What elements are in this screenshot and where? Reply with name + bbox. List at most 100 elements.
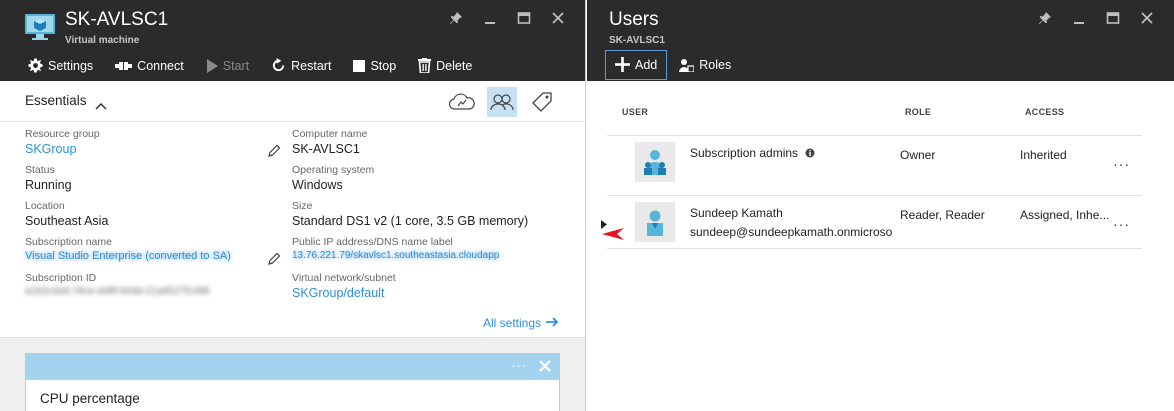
stop-button[interactable]: Stop (353, 53, 396, 79)
prop-label: Subscription ID (25, 272, 97, 284)
delete-label: Delete (436, 58, 473, 73)
virtual-machine-icon (24, 11, 56, 43)
prop-label: Operating system (292, 164, 375, 176)
pin-icon[interactable] (439, 9, 473, 27)
user-access: Assigned, Inhe... (1020, 208, 1110, 222)
column-header-user[interactable]: USER (622, 107, 648, 117)
size-prop: Size Standard DS1 v2 (1 core, 3.5 GB mem… (292, 200, 572, 232)
close-icon[interactable] (1130, 9, 1164, 27)
subscription-name-link[interactable]: Visual Studio Enterprise (converted to S… (25, 250, 285, 268)
location-value: Southeast Asia (25, 214, 109, 228)
users-title: Users (609, 9, 659, 30)
row-more-button[interactable]: ··· (1113, 216, 1130, 232)
user-name: Sundeep Kamath (690, 206, 783, 220)
all-settings-label: All settings (482, 316, 541, 330)
tile-more-button[interactable]: ··· (511, 358, 527, 373)
status-value: Running (25, 178, 72, 192)
user-name-text: Subscription admins (690, 146, 799, 160)
user-avatar-icon (635, 202, 675, 242)
stop-icon (353, 59, 366, 72)
operating-system-prop: Operating system Windows (292, 164, 552, 196)
essentials-toggle[interactable]: Essentials (25, 93, 87, 108)
tag-icon[interactable] (527, 87, 557, 117)
essentials-bar: Essentials (0, 81, 585, 122)
maximize-icon[interactable] (1096, 9, 1130, 27)
subscription-id-prop: Subscription ID a1b2c3d4-78ce-4d9f-b0dd-… (25, 272, 285, 304)
cpu-percentage-tile[interactable]: ··· CPU percentage (25, 353, 560, 411)
arrow-right-icon (546, 316, 559, 330)
users-blade: Users SK-AVLSC1 Add Roles USER ROLE ACCE… (587, 0, 1174, 411)
minimize-icon[interactable] (473, 9, 507, 27)
virtual-network-prop: Virtual network/subnet SKGroup/default (292, 272, 552, 304)
public-ip-prop: Public IP address/DNS name label 13.76.2… (292, 236, 572, 268)
prop-label: Subscription name (25, 236, 112, 248)
red-pointer-arrow-icon (602, 227, 624, 245)
vm-window-controls (439, 9, 575, 27)
vm-title: SK-AVLSC1 (65, 9, 169, 30)
vm-blade-header: SK-AVLSC1 Virtual machine Settings Conne… (0, 0, 585, 81)
user-email: sundeep@sundeepkamath.onmicrosoft.com (690, 225, 892, 239)
delete-button[interactable]: Delete (418, 53, 472, 79)
prop-label: Location (25, 200, 65, 212)
play-icon (206, 58, 218, 73)
trash-icon (418, 58, 432, 73)
essentials-tools (447, 87, 557, 117)
virtual-network-link[interactable]: SKGroup/default (292, 286, 552, 304)
public-ip-link[interactable]: 13.76.221.79/skavlsc1.southeastasia.clou… (292, 250, 572, 268)
add-button[interactable]: Add (605, 49, 668, 80)
stop-label: Stop (370, 58, 397, 73)
maximize-icon[interactable] (507, 9, 541, 27)
column-header-role[interactable]: ROLE (905, 107, 931, 117)
start-label: Start (222, 58, 250, 73)
user-role: Owner (900, 148, 936, 162)
users-icon[interactable] (487, 87, 517, 117)
info-icon[interactable] (805, 147, 815, 161)
users-blade-header: Users SK-AVLSC1 Add Roles (587, 0, 1174, 81)
settings-label: Settings (48, 58, 94, 73)
users-command-bar: Add Roles (587, 49, 1174, 80)
close-icon[interactable] (541, 9, 575, 27)
location-prop: Location Southeast Asia (25, 200, 285, 232)
cloud-icon[interactable] (447, 87, 477, 117)
group-avatar-icon (635, 142, 675, 182)
settings-button[interactable]: Settings (28, 53, 93, 79)
table-row[interactable]: Sundeep Kamath sundeep@sundeepkamath.onm… (601, 195, 1142, 249)
prop-label: Resource group (25, 128, 100, 140)
user-access: Inherited (1020, 148, 1067, 162)
column-header-access[interactable]: ACCESS (1025, 107, 1064, 117)
minimize-icon[interactable] (1062, 9, 1096, 27)
chevron-up-icon[interactable] (95, 97, 107, 115)
users-subtitle: SK-AVLSC1 (609, 35, 665, 46)
row-more-button[interactable]: ··· (1113, 156, 1130, 172)
edit-pencil-icon[interactable] (267, 252, 281, 271)
roles-button[interactable]: Roles (679, 52, 731, 78)
all-settings-link[interactable]: All settings (483, 316, 559, 330)
restart-button[interactable]: Restart (271, 53, 331, 79)
close-icon[interactable] (539, 359, 551, 377)
pin-icon[interactable] (1028, 9, 1062, 27)
status-prop: Status Running (25, 164, 285, 196)
prop-label: Status (25, 164, 55, 176)
prop-label: Computer name (292, 128, 368, 140)
subscription-id-value: a1b2c3d4-78ce-4d9f-b0dd-21a6527f1488 (25, 286, 210, 297)
operating-system-value: Windows (292, 178, 343, 192)
computer-name-prop: Computer name SK-AVLSC1 (292, 128, 552, 160)
connect-icon (115, 60, 133, 72)
tile-title: CPU percentage (40, 391, 140, 406)
subscription-name-prop: Subscription name Visual Studio Enterpri… (25, 236, 285, 268)
resource-group-link[interactable]: SKGroup (25, 142, 285, 160)
restart-icon (271, 58, 286, 73)
tile-header: ··· (26, 354, 559, 380)
vm-subtitle: Virtual machine (65, 35, 140, 46)
connect-button[interactable]: Connect (115, 53, 184, 79)
restart-label: Restart (291, 58, 332, 73)
start-button[interactable]: Start (206, 53, 249, 79)
size-value: Standard DS1 v2 (1 core, 3.5 GB memory) (292, 214, 529, 228)
connect-label: Connect (137, 58, 184, 73)
resource-group-prop: Resource group SKGroup (25, 128, 285, 160)
edit-pencil-icon[interactable] (267, 144, 281, 163)
add-label: Add (635, 57, 658, 72)
table-row[interactable]: Subscription admins Owner Inherited ··· (607, 135, 1142, 195)
vm-blade: SK-AVLSC1 Virtual machine Settings Conne… (0, 0, 586, 411)
prop-label: Public IP address/DNS name label (292, 236, 453, 248)
